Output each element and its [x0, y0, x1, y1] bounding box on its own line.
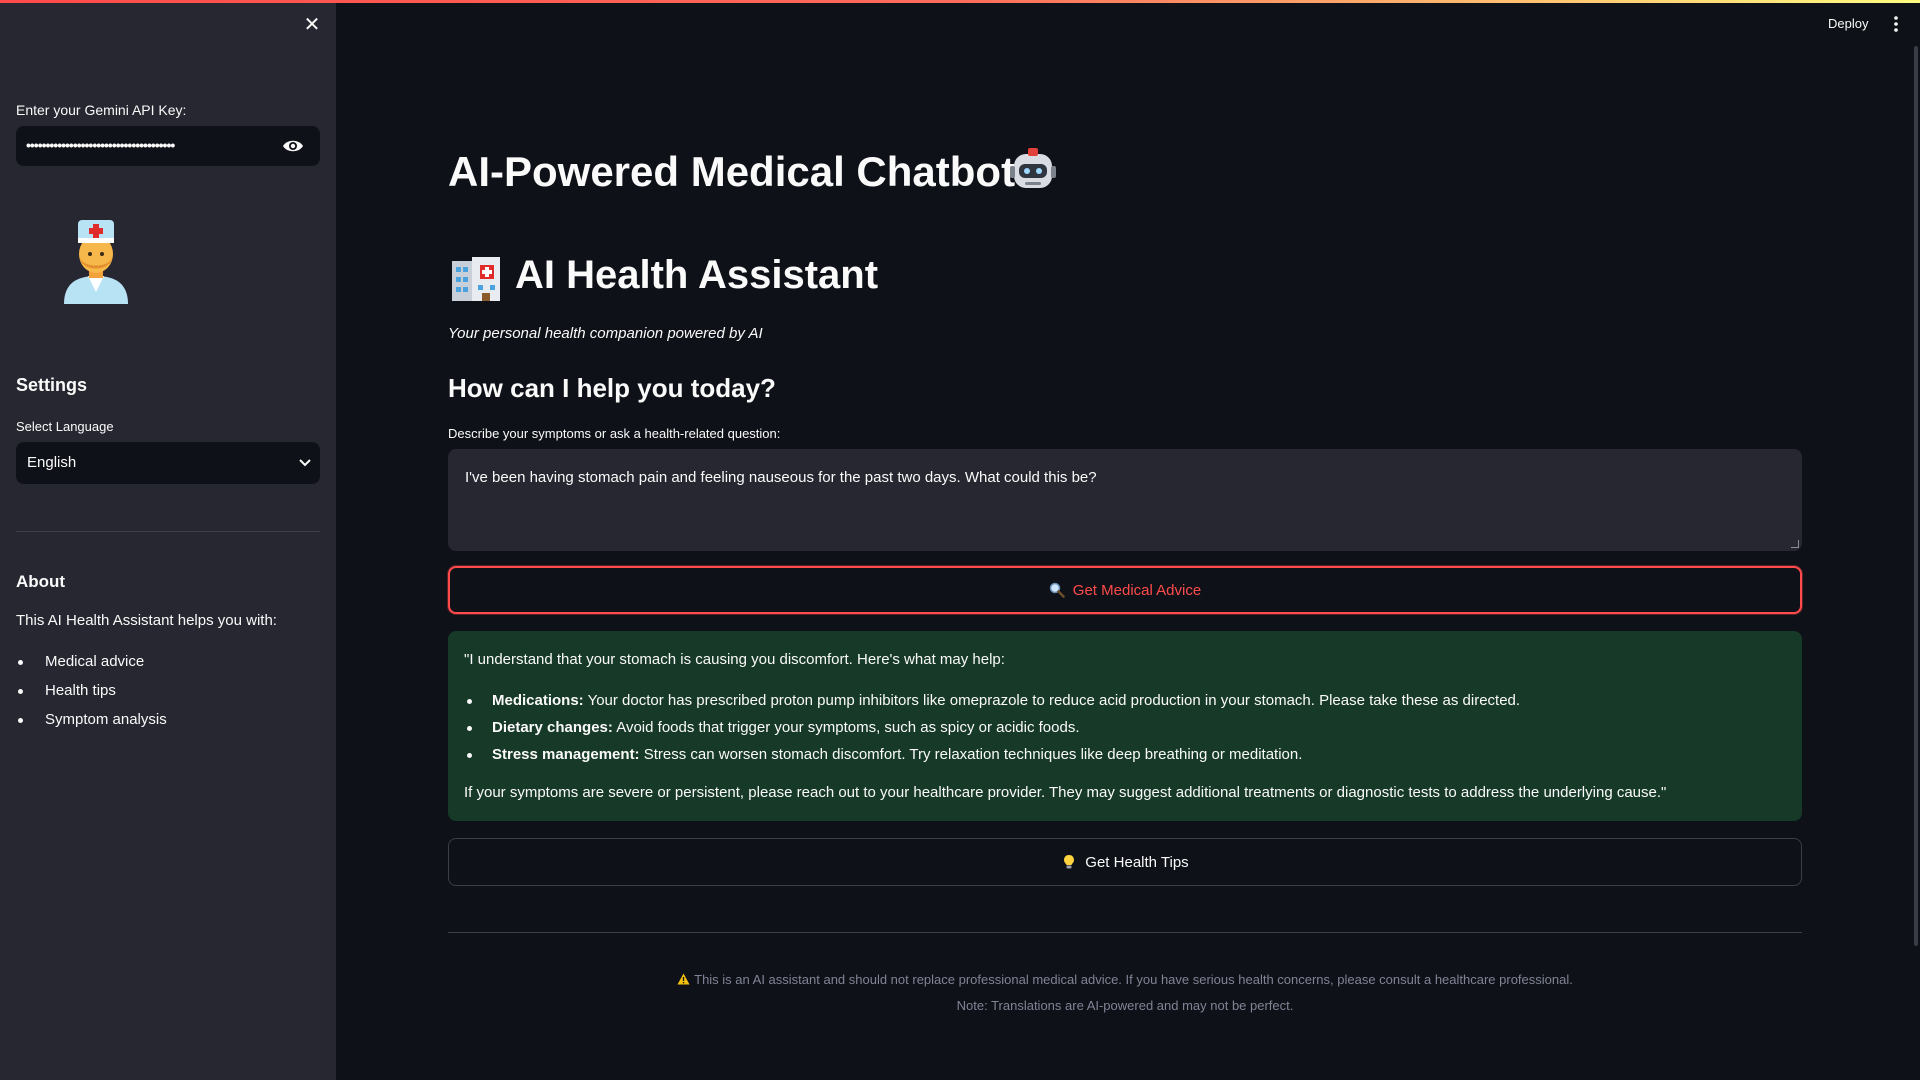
list-item-text: Stress can worsen stomach discomfort. Tr…: [639, 746, 1303, 763]
translation-note: Note: Translations are AI-powered and ma…: [956, 998, 1294, 1013]
list-item: Health tips: [16, 681, 167, 710]
api-key-value: ••••••••••••••••••••••••••••••••••••••: [26, 137, 175, 153]
health-worker-avatar-icon: [64, 220, 128, 304]
list-item-text: Your doctor has prescribed proton pump i…: [583, 692, 1521, 709]
warning-icon: [677, 973, 690, 985]
about-heading: About: [16, 572, 66, 591]
disclaimer: This is an AI assistant and should not r…: [448, 972, 1802, 987]
page-title: AI-Powered Medical Chatbot: [448, 148, 1016, 195]
top-decoration-bar: [0, 0, 1920, 3]
advice-response: "I understand that your stomach is causi…: [448, 631, 1802, 821]
response-outro: If your symptoms are severe or persisten…: [464, 784, 1667, 801]
lightbulb-icon: [1064, 855, 1075, 869]
list-item: Dietary changes: Avoid foods that trigge…: [464, 718, 1520, 745]
list-item: Stress management: Stress can worsen sto…: [464, 745, 1520, 772]
symptom-textarea[interactable]: I've been having stomach pain and feelin…: [448, 449, 1802, 551]
get-medical-advice-button[interactable]: Get Medical Advice: [448, 566, 1802, 614]
list-item: Symptom analysis: [16, 710, 167, 739]
sidebar-divider: [16, 531, 320, 532]
api-key-input[interactable]: ••••••••••••••••••••••••••••••••••••••: [16, 126, 320, 166]
list-item: Medical advice: [16, 652, 167, 681]
hospital-icon: [452, 257, 500, 301]
magnifier-icon: [1049, 582, 1065, 598]
list-item: Medications: Your doctor has prescribed …: [464, 691, 1520, 718]
list-item-title: Medications:: [492, 692, 584, 709]
settings-heading: Settings: [16, 375, 88, 395]
footer-divider: [448, 932, 1802, 933]
disclaimer-text: This is an AI assistant and should not r…: [694, 972, 1573, 987]
sidebar: ✕ Enter your Gemini API Key: •••••••••••…: [0, 0, 336, 1080]
robot-icon: [1010, 148, 1056, 188]
language-select[interactable]: English: [16, 442, 320, 484]
close-icon[interactable]: ✕: [302, 15, 322, 35]
subtitle: Your personal health companion powered b…: [448, 325, 763, 342]
list-item-title: Dietary changes:: [492, 719, 613, 736]
api-key-label: Enter your Gemini API Key:: [16, 102, 187, 118]
list-item-text: Avoid foods that trigger your symptoms, …: [612, 719, 1080, 736]
about-text: This AI Health Assistant helps you with:: [16, 612, 277, 629]
get-health-tips-label: Get Health Tips: [1085, 853, 1189, 871]
eye-icon[interactable]: [282, 136, 304, 156]
chevron-down-icon: [299, 459, 311, 467]
language-select-value: English: [27, 454, 77, 471]
get-medical-advice-label: Get Medical Advice: [1072, 581, 1202, 599]
symptom-input-label: Describe your symptoms or ask a health-r…: [448, 426, 781, 441]
resize-handle[interactable]: [1791, 540, 1799, 548]
about-list: Medical advice Health tips Symptom analy…: [16, 652, 167, 739]
kebab-menu-icon[interactable]: [1892, 14, 1900, 34]
scrollbar[interactable]: [1914, 46, 1918, 946]
prompt-heading: How can I help you today?: [448, 373, 776, 403]
get-health-tips-button[interactable]: Get Health Tips: [448, 838, 1802, 886]
symptom-textarea-value: I've been having stomach pain and feelin…: [465, 469, 1097, 486]
deploy-button[interactable]: Deploy: [1828, 16, 1868, 31]
response-intro: "I understand that your stomach is causi…: [464, 651, 1005, 668]
response-list: Medications: Your doctor has prescribed …: [464, 691, 1520, 772]
language-label: Select Language: [16, 419, 114, 434]
list-item-title: Stress management:: [492, 746, 640, 763]
assistant-heading: AI Health Assistant: [515, 253, 879, 297]
